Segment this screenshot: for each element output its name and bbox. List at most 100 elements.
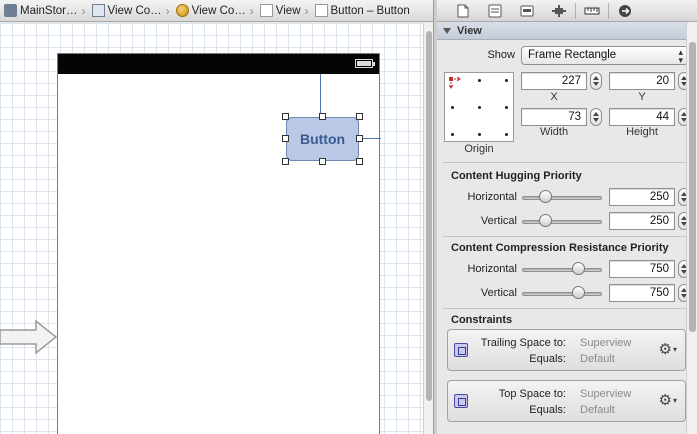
tab-size-inspector[interactable] bbox=[576, 0, 608, 22]
compression-vertical-label: Vertical bbox=[480, 287, 517, 299]
resize-handle[interactable] bbox=[356, 135, 363, 142]
breadcrumb-label: View Co… bbox=[191, 4, 246, 17]
compression-title: Content Compression Resistance Priority bbox=[451, 242, 669, 254]
compression-horizontal-label: Horizontal bbox=[467, 263, 517, 275]
canvas-button[interactable]: Button bbox=[286, 117, 359, 161]
hugging-horizontal-slider[interactable] bbox=[522, 196, 602, 200]
tab-identity-inspector[interactable] bbox=[511, 0, 543, 22]
constraint-value: Superview bbox=[580, 388, 632, 400]
initial-scene-arrow-icon bbox=[0, 319, 58, 355]
breadcrumb-scene[interactable]: View Co… bbox=[88, 0, 164, 21]
connections-icon bbox=[619, 4, 631, 17]
selected-button-frame[interactable]: Button bbox=[282, 113, 363, 165]
x-label: X bbox=[550, 91, 558, 103]
origin-point-icon bbox=[449, 77, 461, 89]
section-title: View bbox=[457, 24, 482, 37]
resize-handle[interactable] bbox=[282, 135, 289, 142]
width-stepper[interactable] bbox=[590, 108, 602, 126]
origin-label: Origin bbox=[464, 143, 494, 155]
hugging-horizontal-field[interactable] bbox=[609, 188, 675, 206]
view-controller-object-icon bbox=[175, 4, 189, 17]
constraint-trailing-space[interactable]: Trailing Space to: Superview Equals: Def… bbox=[447, 329, 686, 371]
compression-horizontal-slider[interactable] bbox=[522, 268, 602, 272]
slider-knob[interactable] bbox=[572, 286, 586, 299]
jump-bar: MainStor… › View Co… › View Co… › View ›… bbox=[0, 0, 433, 22]
constraint-equals-value: Default bbox=[580, 353, 615, 365]
disclosure-triangle-icon[interactable] bbox=[443, 27, 451, 34]
view-controller-scene-icon bbox=[91, 4, 105, 17]
scrollbar-thumb[interactable] bbox=[426, 31, 432, 401]
breadcrumb-label: MainStor… bbox=[20, 4, 78, 17]
breadcrumb-separator-icon: › bbox=[81, 3, 86, 18]
hugging-vertical-label: Vertical bbox=[480, 215, 517, 227]
breadcrumb-separator-icon: › bbox=[304, 3, 309, 18]
tab-attributes-inspector[interactable] bbox=[543, 0, 575, 22]
slider-knob[interactable] bbox=[538, 190, 552, 203]
breadcrumb-storyboard[interactable]: MainStor… bbox=[0, 0, 80, 21]
slider-knob[interactable] bbox=[572, 262, 586, 275]
constraint-key: Top Space to: bbox=[498, 388, 566, 400]
canvas-scrollbar[interactable] bbox=[423, 23, 433, 434]
x-stepper[interactable] bbox=[590, 72, 602, 90]
view-icon bbox=[259, 4, 273, 17]
view-icon bbox=[314, 4, 328, 17]
breadcrumb-button[interactable]: Button – Button bbox=[311, 0, 412, 21]
breadcrumb-separator-icon: › bbox=[249, 3, 254, 18]
tab-quick-help[interactable] bbox=[479, 0, 511, 22]
height-field[interactable] bbox=[609, 108, 675, 126]
breadcrumb-view-controller[interactable]: View Co… bbox=[172, 0, 248, 21]
breadcrumb-label: View bbox=[275, 4, 301, 17]
show-label: Show bbox=[487, 49, 515, 61]
constraint-top-space[interactable]: Top Space to: Superview Equals: Default … bbox=[447, 380, 686, 422]
hugging-title: Content Hugging Priority bbox=[451, 170, 582, 182]
hugging-vertical-slider[interactable] bbox=[522, 220, 602, 224]
y-label: Y bbox=[638, 91, 646, 103]
battery-icon bbox=[355, 59, 375, 68]
status-bar bbox=[58, 54, 379, 74]
popup-arrows-icon: ▴ ▾ bbox=[678, 47, 683, 65]
breadcrumb-view[interactable]: View bbox=[256, 0, 303, 21]
resize-handle[interactable] bbox=[319, 158, 326, 165]
hugging-vertical-field[interactable] bbox=[609, 212, 675, 230]
breadcrumb-label: Button – Button bbox=[330, 4, 410, 17]
y-field[interactable] bbox=[609, 72, 675, 90]
tab-connections-inspector[interactable] bbox=[609, 0, 641, 22]
resize-handle[interactable] bbox=[356, 113, 363, 120]
gear-icon[interactable]: ⚙▾ bbox=[659, 392, 677, 409]
resize-handle[interactable] bbox=[282, 158, 289, 165]
inspector-scrollbar[interactable] bbox=[686, 22, 697, 434]
show-popup[interactable]: Frame Rectangle ▴ ▾ bbox=[521, 46, 689, 65]
top-constraint-icon bbox=[454, 394, 468, 408]
compression-vertical-field[interactable] bbox=[609, 284, 675, 302]
origin-selector[interactable] bbox=[444, 72, 514, 142]
file-icon bbox=[457, 4, 469, 17]
compression-vertical-slider[interactable] bbox=[522, 292, 602, 296]
gear-icon[interactable]: ⚙▾ bbox=[659, 341, 677, 358]
size-inspector: View Show Frame Rectangle ▴▾ Origin X Y … bbox=[437, 0, 697, 434]
hugging-horizontal-label: Horizontal bbox=[467, 191, 517, 203]
resize-handle[interactable] bbox=[282, 113, 289, 120]
trailing-constraint-icon bbox=[454, 343, 468, 357]
view-section-header[interactable]: View bbox=[437, 22, 697, 40]
constraints-title: Constraints bbox=[451, 314, 513, 326]
x-field[interactable] bbox=[521, 72, 587, 90]
top-space-constraint-line[interactable] bbox=[320, 74, 321, 117]
slider-knob[interactable] bbox=[538, 214, 552, 227]
constraint-equals-key: Equals: bbox=[529, 353, 566, 365]
resize-handle[interactable] bbox=[356, 158, 363, 165]
resize-handle[interactable] bbox=[319, 113, 326, 120]
constraint-key: Trailing Space to: bbox=[480, 337, 566, 349]
height-label: Height bbox=[626, 126, 658, 138]
view-controller-scene[interactable]: Button bbox=[57, 53, 381, 434]
constraint-equals-key: Equals: bbox=[529, 404, 566, 416]
tab-file-inspector[interactable] bbox=[447, 0, 479, 22]
width-field[interactable] bbox=[521, 108, 587, 126]
constraint-value: Superview bbox=[580, 337, 632, 349]
show-popup-value: Frame Rectangle bbox=[528, 49, 617, 61]
compression-horizontal-field[interactable] bbox=[609, 260, 675, 278]
width-label: Width bbox=[539, 126, 569, 138]
attributes-icon bbox=[552, 4, 566, 17]
scrollbar-thumb[interactable] bbox=[689, 42, 696, 332]
storyboard-canvas[interactable]: Button bbox=[0, 23, 423, 434]
storyboard-icon bbox=[4, 4, 17, 17]
